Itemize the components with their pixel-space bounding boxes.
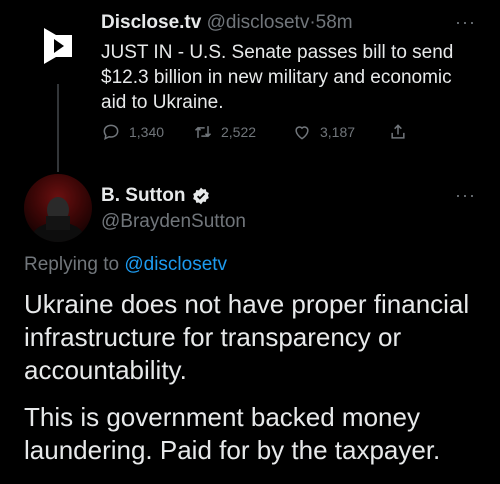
reply-icon: [103, 124, 119, 141]
retweet-icon: [194, 126, 212, 138]
reply-count: 1,340: [129, 124, 165, 140]
like-count: 3,187: [320, 124, 356, 140]
share-icon: [391, 124, 405, 139]
sutton-avatar[interactable]: [24, 174, 92, 242]
heart-icon: [295, 126, 309, 140]
avatar-photo: [32, 197, 84, 242]
retweet-action[interactable]: 2,522: [193, 121, 256, 143]
disclose-logo-icon: [44, 28, 72, 64]
reply-paragraph-1: Ukraine does not have proper financial i…: [24, 289, 470, 385]
reply-paragraph-2: This is government backed money launderi…: [24, 402, 441, 465]
replying-mention-link[interactable]: @disclosetv: [124, 254, 227, 275]
replying-prefix: Replying to: [24, 254, 120, 275]
like-action[interactable]: 3,187: [292, 121, 355, 143]
parent-time[interactable]: 58m: [316, 12, 353, 33]
retweet-count: 2,522: [221, 124, 257, 140]
reply-more-button[interactable]: ···: [455, 185, 476, 206]
reply-handle[interactable]: @BraydenSutton: [101, 211, 246, 233]
parent-tweet-header: Disclose.tv @disclosetv·58m: [101, 12, 353, 34]
parent-tweet-text: JUST IN - U.S. Senate passes bill to sen…: [101, 42, 454, 113]
parent-handle[interactable]: @disclosetv: [207, 12, 310, 33]
parent-more-button[interactable]: ···: [455, 12, 476, 33]
share-action[interactable]: [388, 121, 408, 143]
replying-to-line: Replying to @disclosetv: [24, 254, 227, 276]
verified-badge-icon: [193, 187, 210, 205]
disclose-avatar[interactable]: [28, 16, 88, 76]
thread-connector: [57, 84, 59, 172]
parent-display-name[interactable]: Disclose.tv: [101, 12, 201, 33]
reply-display-name[interactable]: B. Sutton: [101, 185, 185, 207]
reply-display-name-row: B. Sutton: [101, 185, 211, 207]
reply-action[interactable]: 1,340: [101, 121, 164, 143]
parent-action-bar: 1,340 2,522 3,187: [101, 121, 421, 143]
